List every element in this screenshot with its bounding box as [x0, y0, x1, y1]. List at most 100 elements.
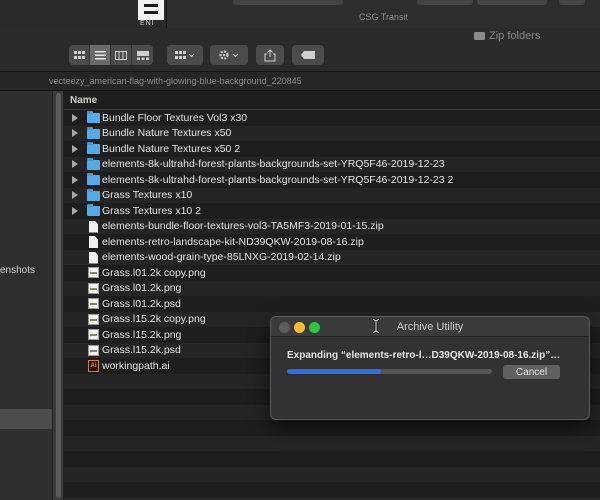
file-name: Grass.l01.2k copy.png: [102, 266, 206, 279]
dialog-title: Archive Utility: [396, 321, 464, 333]
image-file-icon: [88, 344, 99, 356]
folder-icon: [87, 204, 100, 216]
expanding-message: Expanding “elements-retro-l…D39QKW-2019-…: [287, 350, 561, 361]
image-file-icon: [88, 313, 99, 325]
path-bar-current-item[interactable]: vecteezy_american-flag-with-glowing-blue…: [49, 76, 302, 86]
empty-row: [64, 420, 600, 436]
progress-fill: [287, 369, 382, 374]
disclosure-triangle-icon[interactable]: [72, 129, 78, 138]
folder-icon: [87, 111, 100, 123]
empty-row: [64, 482, 600, 498]
folder-icon: [87, 142, 100, 154]
folder-icon: [87, 173, 100, 185]
cancel-button[interactable]: Cancel: [503, 365, 560, 379]
file-name: Grass.l01.2k.png: [102, 282, 182, 295]
gallery-icon: [136, 50, 149, 60]
empty-row: [64, 435, 600, 451]
edit-tags-button[interactable]: [292, 45, 324, 65]
scrollbar-thumb[interactable]: [56, 93, 61, 498]
archive-utility-dialog: Archive Utility Expanding “elements-retr…: [270, 316, 590, 420]
zip-file-icon: [89, 236, 98, 248]
disclosure-triangle-icon[interactable]: [72, 160, 78, 169]
background-window-title: CSG Transit: [358, 12, 408, 22]
folder-row[interactable]: elements-8k-ultrahd-forest-plants-backgr…: [64, 156, 600, 172]
folder-row[interactable]: Grass Textures x10 2: [64, 203, 600, 219]
zip-folders-tab[interactable]: Zip folders: [474, 30, 540, 42]
column-view-button[interactable]: [111, 45, 132, 65]
gallery-view-button[interactable]: [132, 45, 153, 65]
share-icon: [264, 48, 276, 61]
file-name: elements-wood-grain-type-85LNXG-2019-02-…: [102, 251, 341, 264]
finder-sidebar: enshots: [0, 91, 52, 500]
folder-row[interactable]: Grass Textures x10: [64, 187, 600, 203]
disclosure-triangle-icon[interactable]: [72, 175, 78, 184]
file-name: Grass Textures x10 2: [102, 204, 202, 217]
expand-progress-bar: [287, 369, 492, 374]
folder-row[interactable]: Bundle Floor Textures Vol3 x30: [64, 110, 600, 126]
text-cursor-icon: [372, 318, 380, 334]
file-name: Grass.l15.2k.png: [102, 328, 182, 341]
view-mode-segmented-control: [69, 45, 153, 65]
file-name: elements-8k-ultrahd-forest-plants-backgr…: [102, 173, 454, 186]
name-column-header[interactable]: Name: [64, 91, 600, 110]
sidebar-splitter[interactable]: [52, 91, 64, 500]
file-list: Name Bundle Floor Textures Vol3 x30 Bundl…: [64, 91, 600, 500]
zip-folders-label: Zip folders: [489, 30, 541, 42]
folder-row[interactable]: elements-8k-ultrahd-forest-plants-backgr…: [64, 172, 600, 188]
file-row[interactable]: Grass.l01.2k.png: [64, 280, 600, 296]
zip-file-icon: [89, 251, 98, 264]
folder-icon: [87, 157, 100, 170]
file-name: elements-retro-landscape-kit-ND39QKW-201…: [102, 235, 364, 248]
file-name: Grass.l01.2k.psd: [102, 297, 181, 310]
folder-icon: [87, 188, 100, 201]
sidebar-item-screenshots[interactable]: enshots: [0, 265, 35, 276]
zip-file-icon: [89, 220, 98, 233]
sidebar-selected-item[interactable]: [0, 409, 52, 429]
file-name: Grass.l15.2k.psd: [102, 344, 181, 357]
file-name: Grass Textures x10: [102, 189, 193, 202]
image-file-icon: [88, 267, 99, 278]
disclosure-triangle-icon[interactable]: [72, 144, 78, 153]
file-name: Bundle Nature Textures x50 2: [102, 142, 241, 155]
disclosure-triangle-icon[interactable]: [72, 206, 78, 215]
gear-icon: [219, 50, 239, 60]
file-row[interactable]: elements-bundle-floor-textures-vol3-TA5M…: [64, 218, 600, 234]
share-button[interactable]: [256, 45, 284, 65]
file-row[interactable]: Grass.l01.2k.psd: [64, 296, 600, 312]
folder-icon: [474, 32, 485, 40]
folder-icon: [87, 126, 100, 139]
file-row[interactable]: elements-wood-grain-type-85LNXG-2019-02-…: [64, 249, 600, 265]
file-name: elements-8k-ultrahd-forest-plants-backgr…: [102, 158, 445, 171]
icon-view-button[interactable]: [69, 45, 90, 65]
image-file-icon: [88, 329, 99, 340]
folder-row[interactable]: Bundle Nature Textures x50 2: [64, 141, 600, 157]
folder-row[interactable]: Bundle Nature Textures x50: [64, 125, 600, 141]
empty-row: [64, 451, 600, 467]
illustrator-file-icon: Ai: [88, 360, 99, 372]
finder-toolbar: Zip folders: [0, 28, 600, 72]
path-bar: vecteezy_american-flag-with-glowing-blue…: [0, 72, 600, 91]
image-file-icon: [88, 282, 99, 294]
file-name: workingpath.ai: [102, 359, 170, 372]
background-window[interactable]: CSG Transit: [166, 0, 600, 28]
file-name: elements-bundle-floor-textures-vol3-TA5M…: [102, 220, 384, 233]
disclosure-triangle-icon[interactable]: [72, 113, 78, 122]
background-windows-strip: ENI CSG Transit: [0, 0, 600, 28]
file-name: Bundle Floor Textures Vol3 x30: [102, 111, 248, 124]
list-view-button[interactable]: [90, 45, 111, 65]
envato-logo: [138, 0, 164, 20]
file-list-rows: Bundle Floor Textures Vol3 x30 Bundle Nat…: [64, 110, 600, 500]
tag-icon: [301, 51, 315, 59]
file-row[interactable]: elements-retro-landscape-kit-ND39QKW-201…: [64, 234, 600, 250]
disclosure-triangle-icon[interactable]: [72, 191, 78, 200]
action-menu-button[interactable]: [210, 45, 248, 65]
group-by-button[interactable]: [167, 45, 203, 65]
file-row[interactable]: Grass.l01.2k copy.png: [64, 265, 600, 281]
list-icon: [94, 50, 106, 59]
grid-icon: [73, 51, 85, 59]
dialog-titlebar[interactable]: Archive Utility: [271, 317, 589, 337]
image-file-icon: [88, 298, 99, 309]
empty-row: [64, 466, 600, 482]
columns-icon: [115, 50, 127, 60]
file-name: Bundle Nature Textures x50: [102, 127, 232, 140]
